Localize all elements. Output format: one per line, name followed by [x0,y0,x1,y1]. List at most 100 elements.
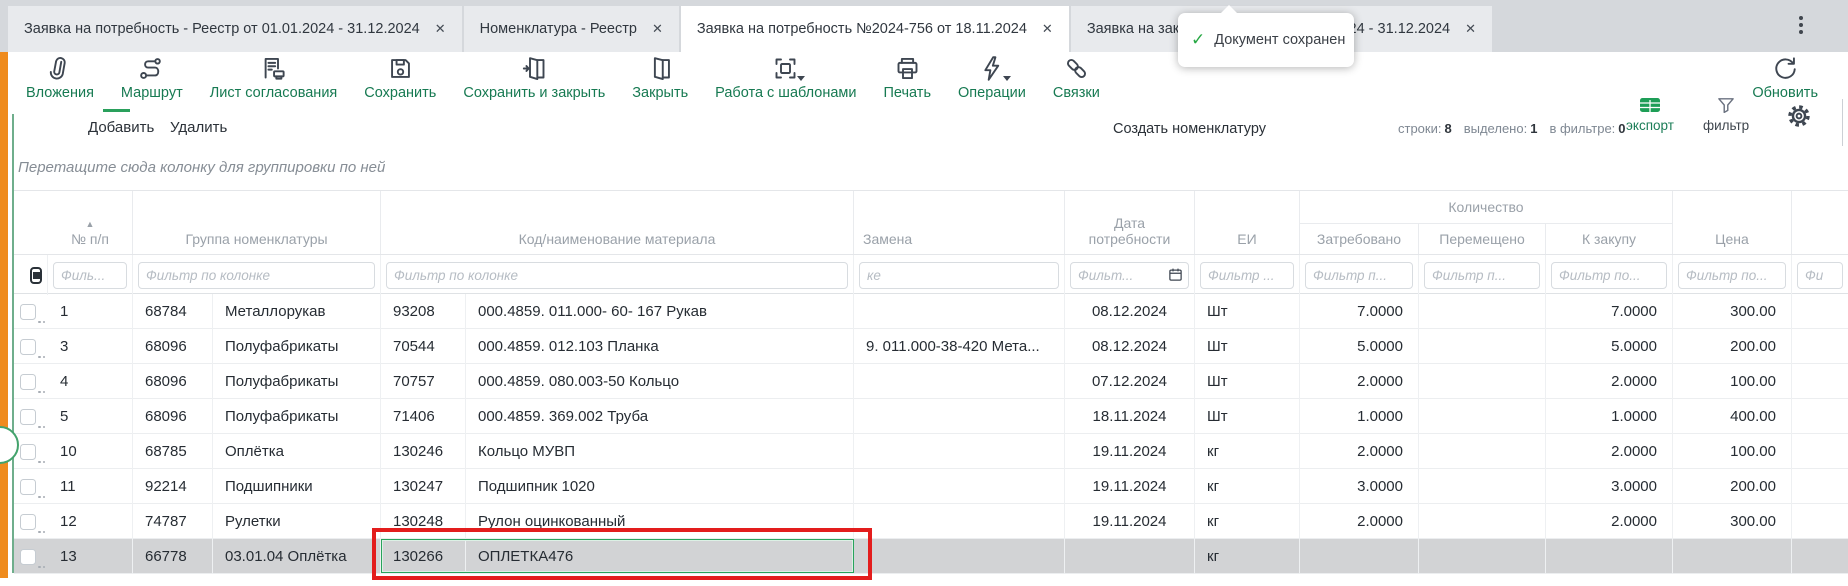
cell-group-name: Полуфабрикаты [213,364,381,399]
cell-group-code: 68785 [133,434,213,469]
cell-moved [1419,399,1546,434]
filter-cell [1792,255,1848,295]
button-label: Сохранить [364,85,436,101]
row-checkbox[interactable] [20,514,36,530]
cell-group-code: 68096 [133,329,213,364]
row-checkbox[interactable] [20,374,36,390]
grid-header: ▲ № п/п Группа номенклатуры Код/наименов… [14,190,1848,254]
date-filter-input[interactable] [1070,262,1189,289]
cell-material-name: 000.4859. 080.003-50 Кольцо [466,364,854,399]
save-button[interactable]: Сохранить [364,55,436,101]
close-icon[interactable]: ✕ [1042,21,1053,37]
create-nomenclature-button[interactable]: Создать номенклатуру [1113,121,1266,137]
cell-material-code: 71406 [381,399,466,434]
tab-demand-2024-756[interactable]: Заявка на потребность №2024-756 от 18.11… [681,6,1069,52]
cell-price: 100.00 [1673,434,1792,469]
delete-row-button[interactable]: Удалить [170,119,227,136]
cell-date: 18.11.2024 [1065,399,1195,434]
cell-unit: Шт [1195,399,1300,434]
extra-filter-input[interactable] [1797,262,1843,289]
row-checkbox[interactable] [20,339,36,355]
table-row[interactable]: 5 68096 Полуфабрикаты 71406 000.4859. 36… [14,399,1848,434]
row-checkbox[interactable] [20,304,36,320]
print-button[interactable]: Печать [884,55,932,101]
table-row[interactable]: 1 68784 Металлорукав 93208 000.4859. 011… [14,294,1848,329]
header-group[interactable]: Группа номенклатуры [133,191,381,254]
gear-icon[interactable] [1786,103,1812,134]
header-requested[interactable]: Затребовано [1300,224,1419,254]
cell-unit: Шт [1195,329,1300,364]
table-row[interactable]: 11 92214 Подшипники 130247 Подшипник 102… [14,469,1848,504]
tab-demand-registry[interactable]: Заявка на потребность - Реестр от 01.01.… [8,6,462,52]
header-moved[interactable]: Перемещено [1419,224,1546,254]
chevron-down-icon [1003,76,1011,81]
cell-material-code: 130248 [381,504,466,539]
header-num[interactable]: ▲ № п/п [48,191,133,254]
close-icon[interactable]: ✕ [1465,21,1476,37]
header-quantity-group: Количество [1300,191,1673,224]
cell-extra [1792,399,1848,434]
cell-moved [1419,434,1546,469]
header-unit[interactable]: ЕИ [1195,191,1300,254]
approval-sheet-button[interactable]: Лист согласования [210,55,338,101]
tab-nomenclature-registry[interactable]: Номенклатура - Реестр ✕ [464,6,679,52]
close-button[interactable]: Закрыть [632,55,688,101]
filter-cell [1300,255,1419,295]
drag-handle-dots [38,461,45,464]
num-filter-input[interactable] [53,262,127,289]
table-row[interactable]: 3 68096 Полуфабрикаты 70544 000.4859. 01… [14,329,1848,364]
cell-num: 4 [48,364,133,399]
replace-filter-input[interactable] [859,262,1059,289]
route-icon [138,55,165,82]
paperclip-icon [46,55,73,82]
filter-button[interactable]: фильтр [1703,97,1749,133]
table-row[interactable]: 4 68096 Полуфабрикаты 70757 000.4859. 08… [14,364,1848,399]
material-filter-input[interactable] [386,262,848,289]
add-row-button[interactable]: Добавить [88,119,154,136]
cell-material-name: 000.4859. 012.103 Планка [466,329,854,364]
header-material[interactable]: Код/наименование материала [381,191,854,254]
group-filter-input[interactable] [138,262,375,289]
templates-button[interactable]: Работа с шаблонами [715,55,856,101]
button-label: Закрыть [632,85,688,101]
header-price[interactable]: Цена [1673,191,1792,254]
button-label: Печать [884,85,932,101]
row-checkbox[interactable] [20,549,36,565]
table-row-selected[interactable]: 13 66778 03.01.04 Оплётка 130266 ОПЛЕТКА… [14,539,1848,574]
table-row[interactable]: 10 68785 Оплётка 130246 Кольцо МУВП 19.1… [14,434,1848,469]
requested-filter-input[interactable] [1305,262,1413,289]
route-button[interactable]: Маршрут [121,55,183,101]
price-filter-input[interactable] [1678,262,1786,289]
row-checkbox[interactable] [20,444,36,460]
save-and-close-button[interactable]: Сохранить и закрыть [463,55,605,101]
to-buy-filter-input[interactable] [1551,262,1667,289]
moved-filter-input[interactable] [1424,262,1540,289]
links-button[interactable]: Связки [1053,55,1100,101]
header-to-buy[interactable]: К закупу [1546,224,1673,254]
cell-num: 5 [48,399,133,434]
cell-price [1673,539,1792,574]
table-row[interactable]: 12 74787 Рулетки 130248 Рулон оцинкованн… [14,504,1848,539]
cell-to-buy: 5.0000 [1546,329,1673,364]
filter-cell [1419,255,1546,295]
close-icon[interactable]: ✕ [652,21,663,37]
header-replace[interactable]: Замена [854,191,1065,254]
operations-button[interactable]: Операции [958,55,1026,101]
attachments-button[interactable]: Вложения [26,55,94,101]
header-date[interactable]: Дата потребности [1065,191,1195,254]
refresh-button[interactable]: Обновить [1752,55,1818,101]
filter-cell [133,255,381,295]
select-all-checkbox[interactable] [30,267,42,284]
button-label: Связки [1053,85,1100,101]
tab-overflow-menu-icon[interactable] [1796,13,1806,39]
row-checkbox[interactable] [20,409,36,425]
close-icon[interactable]: ✕ [435,21,446,37]
cell-moved [1419,539,1546,574]
unit-filter-input[interactable] [1200,262,1294,289]
cell-extra [1792,364,1848,399]
export-button[interactable]: экспорт [1626,97,1674,133]
drag-handle-dots [38,566,45,569]
filter-label: фильтр [1703,118,1749,133]
cell-to-buy: 1.0000 [1546,399,1673,434]
row-checkbox[interactable] [20,479,36,495]
